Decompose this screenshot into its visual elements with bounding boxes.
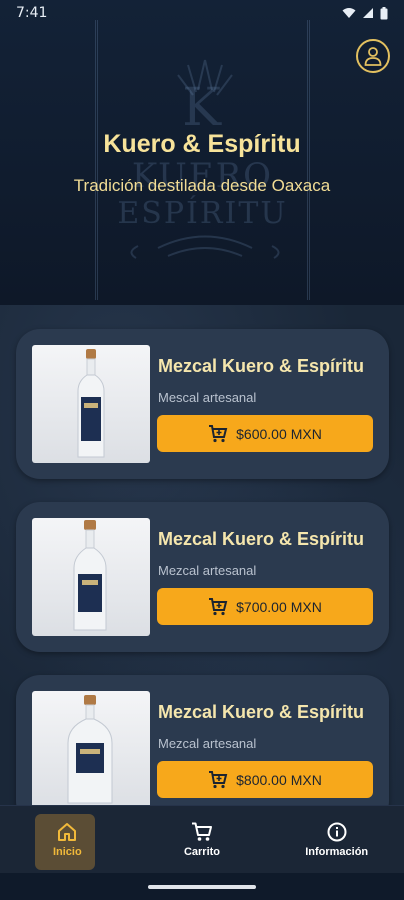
- status-bar: 7:41: [0, 0, 404, 26]
- price-currency: MXN: [290, 425, 322, 442]
- add-to-cart-button[interactable]: $700.00 MXN: [157, 588, 373, 625]
- cart-plus-icon: [209, 770, 228, 788]
- nav-item-inicio[interactable]: Inicio: [0, 806, 135, 873]
- nav-item-carrito[interactable]: Carrito: [135, 806, 270, 873]
- product-name: Mezcal Kuero & Espíritu: [158, 702, 365, 722]
- bottle-image: [67, 695, 113, 804]
- product-image[interactable]: [32, 691, 150, 805]
- price-value: $800.00: [236, 771, 287, 788]
- user-icon: [364, 47, 382, 66]
- product-card[interactable]: Mezcal Kuero & Espíritu Mezcal artesanal…: [16, 675, 389, 805]
- product-type: Mescal artesanal: [158, 390, 257, 405]
- product-card[interactable]: Mezcal Kuero & Espíritu Mezcal artesanal…: [16, 502, 389, 652]
- nav-label-inicio: Inicio: [52, 845, 82, 858]
- price-value: $600.00: [236, 425, 287, 442]
- bottom-navigation: Inicio Carrito Información: [0, 805, 404, 873]
- status-icons: [342, 6, 388, 20]
- gesture-bar: [0, 873, 404, 900]
- cart-plus-icon: [209, 424, 228, 442]
- battery-icon: [380, 6, 388, 19]
- logo-wordmark-2: ESPÍRITU: [117, 196, 288, 231]
- home-gesture-handle[interactable]: [148, 885, 256, 889]
- signal-icon: [363, 8, 373, 18]
- product-image[interactable]: [32, 518, 150, 636]
- product-name: Mezcal Kuero & Espíritu: [158, 356, 365, 376]
- product-image[interactable]: [32, 345, 150, 463]
- cart-plus-icon: [209, 597, 228, 615]
- price-currency: MXN: [290, 771, 322, 788]
- nav-label-informacion: Información: [305, 845, 369, 858]
- nav-item-informacion[interactable]: Información: [269, 806, 404, 873]
- wifi-icon: [342, 8, 356, 18]
- add-to-cart-button[interactable]: $800.00 MXN: [157, 761, 373, 798]
- nav-label-carrito: Carrito: [183, 845, 221, 858]
- bottle-image: [77, 349, 105, 458]
- add-to-cart-button[interactable]: $600.00 MXN: [157, 415, 373, 452]
- bottle-image: [73, 520, 107, 631]
- profile-button[interactable]: [356, 39, 390, 73]
- home-icon: [58, 822, 77, 841]
- brand-logo-background: K KUERO ESPÍRITU: [95, 20, 310, 300]
- price-value: $700.00: [236, 598, 287, 615]
- cart-icon: [192, 822, 212, 841]
- status-time: 7:41: [16, 5, 48, 21]
- app-title: Kuero & Espíritu: [103, 130, 301, 158]
- product-name: Mezcal Kuero & Espíritu: [158, 529, 365, 549]
- product-card[interactable]: Mezcal Kuero & Espíritu Mescal artesanal…: [16, 329, 389, 479]
- product-list[interactable]: Mezcal Kuero & Espíritu Mescal artesanal…: [0, 305, 404, 805]
- product-type: Mezcal artesanal: [158, 736, 257, 751]
- app-subtitle: Tradición destilada desde Oaxaca: [73, 176, 331, 195]
- logo-letter: K: [182, 78, 223, 138]
- product-type: Mezcal artesanal: [158, 563, 257, 578]
- info-icon: [327, 822, 347, 841]
- price-currency: MXN: [290, 598, 322, 615]
